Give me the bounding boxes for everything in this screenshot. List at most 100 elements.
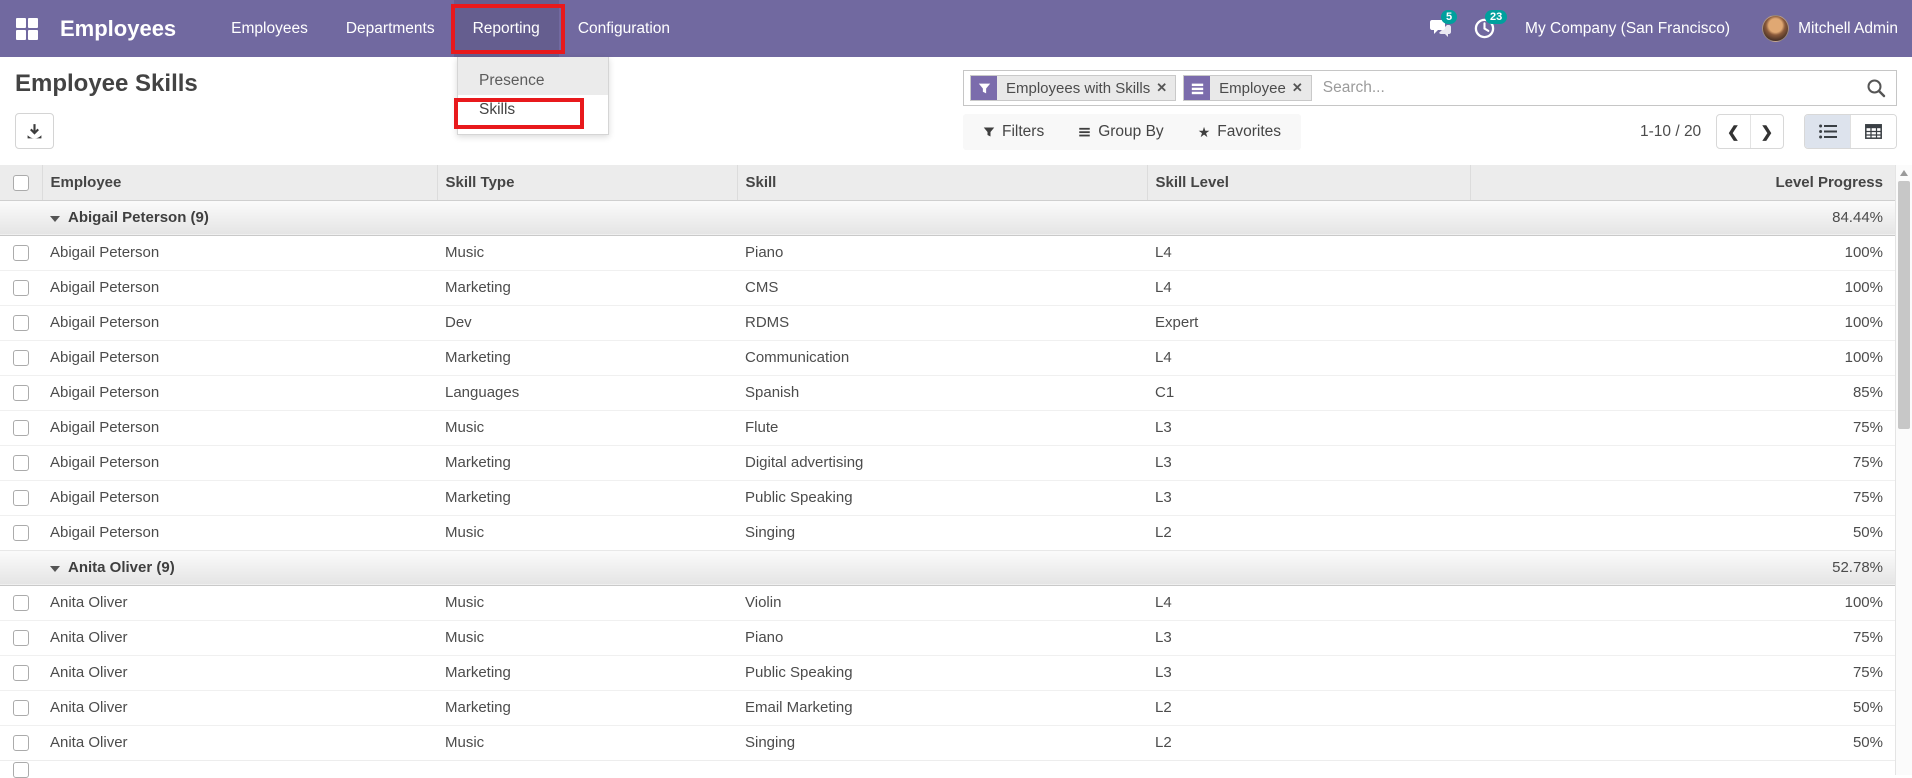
row-checkbox[interactable] (13, 245, 29, 262)
magnifier-icon[interactable] (1866, 78, 1886, 98)
row-checkbox[interactable] (13, 280, 29, 297)
facet-label: Employee (1219, 79, 1286, 97)
cell-skill-type: Music (437, 619, 737, 655)
list-view-button[interactable] (1805, 115, 1850, 148)
table-row[interactable]: Abigail Peterson Music Singing L2 50% (0, 514, 1895, 550)
row-checkbox[interactable] (13, 525, 29, 542)
row-checkbox[interactable] (13, 595, 29, 612)
user-menu[interactable]: Mitchell Admin (1762, 15, 1902, 42)
cell-skill-type: Marketing (437, 479, 737, 515)
row-checkbox[interactable] (13, 700, 29, 717)
group-label[interactable]: Anita Oliver (9) (42, 549, 1470, 586)
search-facet-groupby[interactable]: Employee ✕ (1183, 75, 1312, 101)
table-row[interactable]: Abigail Peterson Marketing Communication L4… (0, 339, 1895, 375)
cell-skill: Email Marketing (737, 689, 1147, 725)
table-row[interactable]: Abigail Peterson Music Piano L4 100% (0, 234, 1895, 270)
search-facet-filter[interactable]: Employees with Skills ✕ (970, 75, 1177, 101)
table-row[interactable]: Abigail Peterson Marketing CMS L4 100% (0, 269, 1895, 305)
pager-previous-button[interactable]: ❮ (1717, 115, 1751, 148)
group-label[interactable]: Abigail Peterson (9) (42, 199, 1470, 236)
menu-employees[interactable]: Employees (212, 0, 327, 57)
row-checkbox[interactable] (13, 630, 29, 647)
row-checkbox[interactable] (13, 385, 29, 402)
cell-skill: Public Speaking (737, 654, 1147, 690)
dropdown-item-presence[interactable]: Presence (458, 66, 608, 95)
row-checkbox[interactable] (13, 420, 29, 437)
column-header-skill-type[interactable]: Skill Type (437, 165, 738, 201)
cell-skill-type: Marketing (437, 444, 737, 480)
cell-skill-level: L3 (1147, 409, 1470, 445)
column-header-skill-level[interactable]: Skill Level (1147, 165, 1471, 201)
menu-configuration[interactable]: Configuration (559, 0, 689, 57)
group-row[interactable]: Abigail Peterson (9) 84.44% (0, 199, 1895, 236)
cell-skill-type: Dev (437, 304, 737, 340)
row-checkbox[interactable] (13, 490, 29, 507)
main-menu: Employees Departments Reporting Configur… (212, 0, 689, 57)
table-row[interactable]: Anita Oliver Music Singing L2 50% (0, 724, 1895, 760)
table-row[interactable]: Abigail Peterson Marketing Public Speaking… (0, 479, 1895, 515)
scrollbar-thumb[interactable] (1898, 181, 1910, 429)
table-row[interactable]: Abigail Peterson Dev RDMS Expert 100% (0, 304, 1895, 340)
user-avatar (1762, 15, 1790, 42)
skills-table: Employee Skill Type Skill Skill Level Le… (0, 165, 1895, 778)
cell-skill: Public Speaking (737, 479, 1147, 515)
row-checkbox[interactable] (13, 350, 29, 367)
facet-remove-icon[interactable]: ✕ (1292, 76, 1311, 100)
table-row[interactable]: Anita Oliver Music Piano L3 75% (0, 619, 1895, 655)
column-header-employee[interactable]: Employee (42, 165, 438, 201)
table-row[interactable]: Anita Oliver Marketing Email Marketing L2 50… (0, 689, 1895, 725)
row-checkbox[interactable] (13, 665, 29, 682)
favorites-button[interactable]: ★ Favorites (1198, 123, 1281, 141)
table-row[interactable]: Anita Oliver Music Violin L4 100% (0, 584, 1895, 620)
cell-skill-type: Marketing (437, 654, 737, 690)
cell-employee: Abigail Peterson (42, 304, 437, 340)
apps-grid-icon[interactable] (16, 17, 38, 40)
row-checkbox[interactable] (13, 315, 29, 332)
dropdown-item-skills[interactable]: Skills (458, 95, 608, 124)
cell-skill-level: L4 (1147, 584, 1470, 620)
cell-skill-type: Music (437, 584, 737, 620)
select-all-checkbox[interactable] (13, 174, 29, 191)
caret-down-icon (50, 566, 60, 572)
search-input[interactable]: Search... (1323, 79, 1862, 97)
search-bar[interactable]: Employees with Skills ✕ Employee ✕ Searc… (963, 70, 1897, 106)
row-checkbox[interactable] (13, 735, 29, 752)
cell-employee: Abigail Peterson (42, 514, 437, 550)
table-row[interactable]: Abigail Peterson Music Flute L3 75% (0, 409, 1895, 445)
cell-skill-level: L2 (1147, 689, 1470, 725)
cell-employee: Abigail Peterson (42, 374, 437, 410)
activities-button[interactable]: 23 (1469, 9, 1508, 44)
filters-button[interactable]: Filters (983, 123, 1044, 141)
row-checkbox[interactable] (13, 761, 29, 778)
menu-departments[interactable]: Departments (327, 0, 454, 57)
export-button[interactable] (15, 113, 54, 149)
group-row[interactable]: Anita Oliver (9) 52.78% (0, 549, 1895, 586)
vertical-scrollbar[interactable] (1895, 165, 1912, 775)
table-row[interactable]: Abigail Peterson Languages Spanish C1 85% (0, 374, 1895, 410)
cell-skill-level: L4 (1147, 269, 1470, 305)
facet-remove-icon[interactable]: ✕ (1156, 76, 1175, 100)
cell-skill-type: Marketing (437, 269, 737, 305)
messages-button[interactable]: 5 (1425, 9, 1458, 44)
cell-level-progress: 100% (1470, 234, 1895, 270)
cell-level-progress: 75% (1470, 479, 1895, 515)
pager-next-button[interactable]: ❯ (1751, 115, 1784, 148)
column-header-skill[interactable]: Skill (737, 165, 1148, 201)
group-by-button[interactable]: Group By (1078, 123, 1164, 141)
cell-skill-level: L3 (1147, 619, 1470, 655)
table-row[interactable]: Anita Oliver Marketing Public Speaking L3 75… (0, 654, 1895, 690)
group-by-icon (1079, 127, 1090, 137)
top-navbar: Employees Employees Departments Reportin… (0, 0, 1912, 57)
column-header-level-progress[interactable]: Level Progress (1470, 165, 1895, 201)
app-brand[interactable]: Employees (60, 16, 176, 42)
cell-skill-level: L4 (1147, 339, 1470, 375)
menu-reporting[interactable]: Reporting (453, 0, 559, 57)
company-switcher[interactable]: My Company (San Francisco) (1525, 20, 1730, 38)
cell-level-progress: 50% (1470, 689, 1895, 725)
table-body: Abigail Peterson (9) 84.44% Abigail Peters… (0, 199, 1895, 778)
list-view-icon (1818, 124, 1837, 139)
table-row[interactable]: Abigail Peterson Marketing Digital adverti… (0, 444, 1895, 480)
scroll-up-arrow-icon[interactable] (1900, 170, 1908, 176)
row-checkbox[interactable] (13, 455, 29, 472)
grid-view-button[interactable] (1850, 115, 1896, 148)
